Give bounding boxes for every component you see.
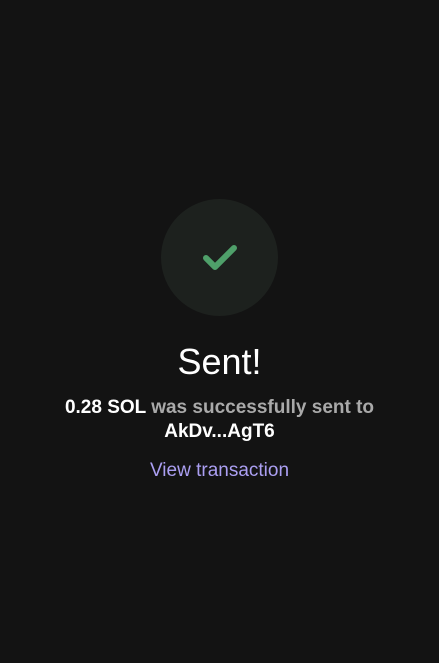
recipient-address: AkDv...AgT6 [164,421,275,442]
send-success-screen: Sent! 0.28 SOL was successfully sent to … [0,0,439,663]
checkmark-icon [202,244,237,270]
success-circle [161,199,278,316]
view-transaction-link[interactable]: View transaction [0,459,439,483]
success-message: 0.28 SOL was successfully sent to AkDv..… [0,396,439,444]
page-title: Sent! [177,341,262,382]
sent-amount: 0.28 SOL [64,397,146,418]
message-text: was successfully sent to [145,397,375,418]
